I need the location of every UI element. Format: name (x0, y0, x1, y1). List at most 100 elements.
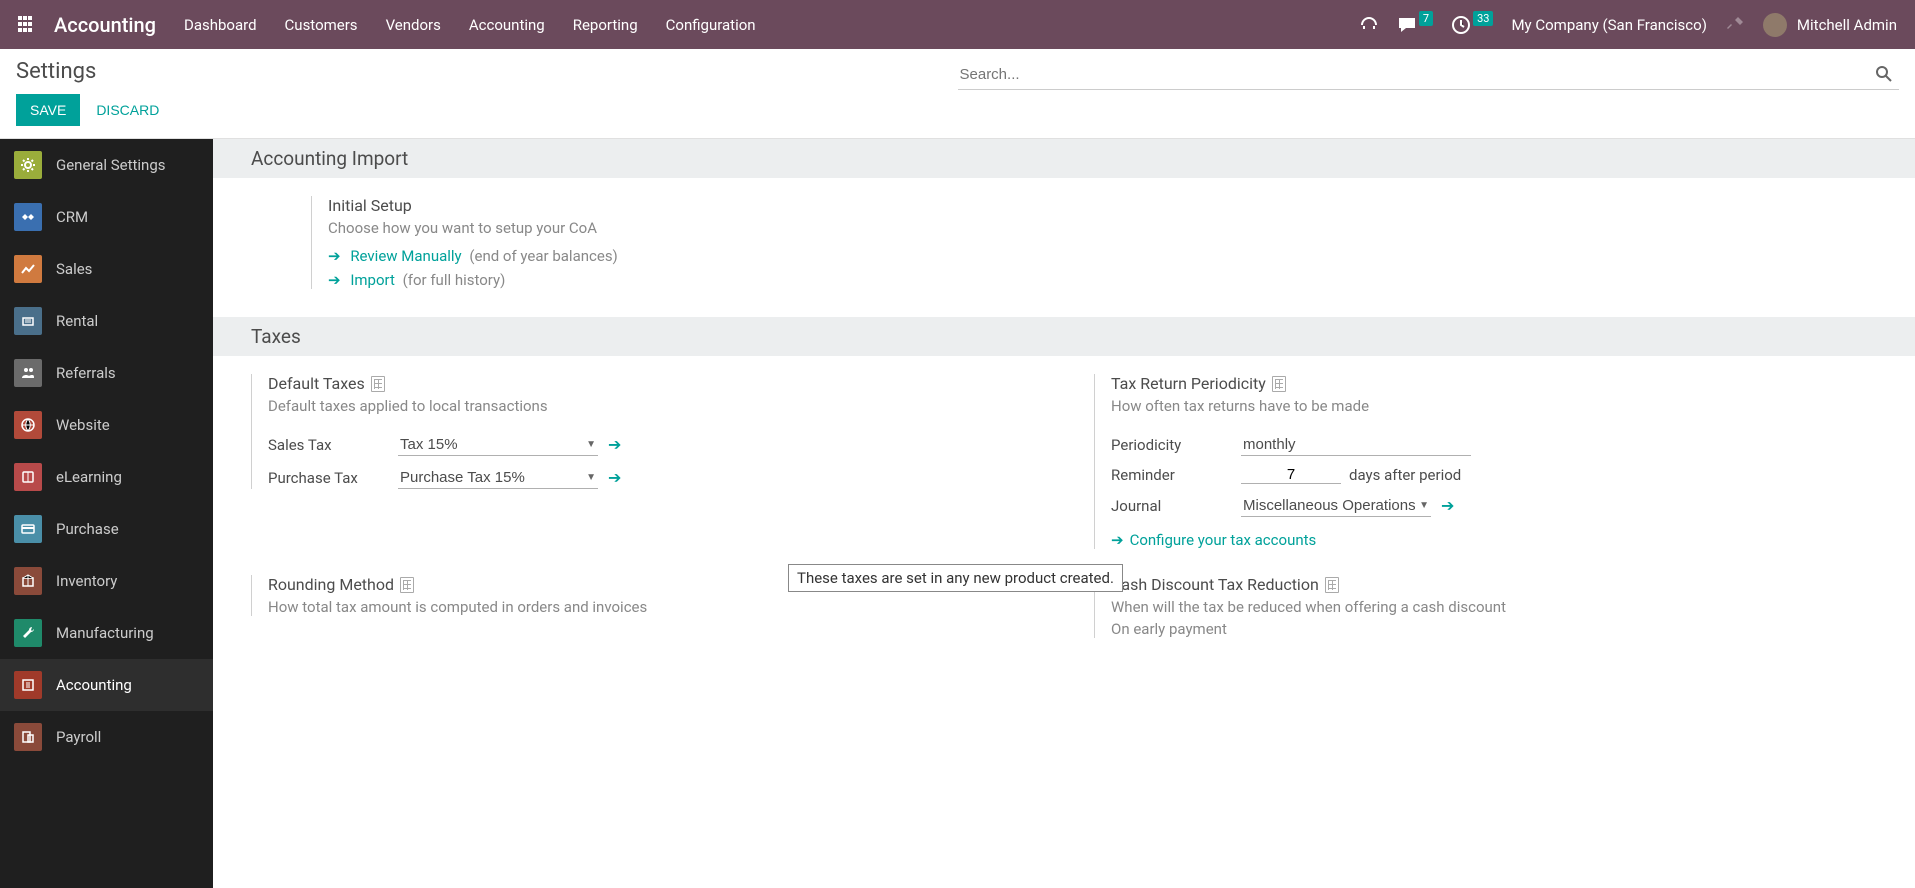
link-suffix: (for full history) (403, 271, 506, 289)
link-configure-tax-accounts[interactable]: ➔ Configure your tax accounts (1111, 531, 1316, 549)
label-reminder: Reminder (1111, 466, 1241, 484)
select-purchase-tax[interactable]: ▼ (398, 466, 598, 489)
search-wrap (958, 59, 1900, 90)
section-header-accounting-import: Accounting Import (213, 139, 1915, 178)
link-suffix: (end of year balances) (469, 247, 617, 265)
label-purchase-tax: Purchase Tax (268, 469, 398, 487)
sidebar-item-label: Purchase (56, 520, 119, 538)
search-button[interactable] (1871, 63, 1897, 85)
apps-icon[interactable] (18, 16, 36, 34)
topbar-right: 7 33 My Company (San Francisco) Mitchell… (1359, 13, 1897, 37)
sidebar-item-purchase[interactable]: Purchase (0, 503, 213, 555)
sidebar-item-crm[interactable]: CRM (0, 191, 213, 243)
input-periodicity[interactable] (1243, 436, 1455, 453)
section-body-accounting-import: Initial Setup Choose how you want to set… (213, 178, 1915, 317)
setting-title: Default Taxes (268, 374, 1034, 393)
external-link-icon[interactable]: ➔ (608, 468, 621, 487)
menu-vendors[interactable]: Vendors (386, 16, 441, 34)
sidebar-item-label: General Settings (56, 156, 166, 174)
external-link-icon[interactable]: ➔ (608, 435, 621, 454)
row-journal: Journal ▼ ➔ (1111, 494, 1877, 517)
money-icon (14, 671, 42, 699)
menu-dashboard[interactable]: Dashboard (184, 16, 257, 34)
menu-reporting[interactable]: Reporting (573, 16, 638, 34)
sidebar-item-sales[interactable]: Sales (0, 243, 213, 295)
wrench-icon (14, 619, 42, 647)
activities-badge: 33 (1473, 11, 1493, 26)
company-icon (1325, 577, 1339, 593)
input-reminder[interactable] (1241, 466, 1341, 484)
app-brand: Accounting (54, 13, 156, 37)
control-right (958, 59, 1900, 90)
top-menu: Dashboard Customers Vendors Accounting R… (184, 16, 756, 34)
setting-title: Tax Return Periodicity (1111, 374, 1877, 393)
arrow-right-icon: ➔ (1111, 531, 1124, 549)
label-journal: Journal (1111, 497, 1241, 515)
setting-links: ➔ Review Manually (end of year balances)… (328, 247, 1877, 289)
user-menu[interactable]: Mitchell Admin (1763, 13, 1897, 37)
select-sales-tax[interactable]: ▼ (398, 433, 598, 456)
search-input[interactable] (960, 66, 1872, 83)
setting-title: Initial Setup (328, 196, 1877, 215)
configure-link-row: ➔ Configure your tax accounts (1111, 531, 1877, 549)
company-icon (371, 376, 385, 392)
link-review-manually[interactable]: Review Manually (350, 247, 461, 265)
setting-title: Cash Discount Tax Reduction (1111, 575, 1877, 594)
select-journal[interactable]: ▼ (1241, 494, 1431, 517)
link-import[interactable]: Import (350, 271, 395, 289)
setting-sub: On early payment (1111, 620, 1877, 638)
chevron-down-icon[interactable]: ▼ (586, 472, 596, 483)
section-header-taxes: Taxes (213, 317, 1915, 356)
menu-customers[interactable]: Customers (285, 16, 358, 34)
external-link-icon[interactable]: ➔ (1441, 496, 1454, 515)
sidebar-item-rental[interactable]: Rental (0, 295, 213, 347)
sidebar-item-label: eLearning (56, 468, 122, 486)
arrow-right-icon: ➔ (328, 247, 341, 265)
save-button[interactable]: SAVE (16, 94, 80, 126)
sidebar-item-payroll[interactable]: Payroll (0, 711, 213, 763)
section-body-taxes: Default Taxes Default taxes applied to l… (213, 356, 1915, 666)
menu-accounting[interactable]: Accounting (469, 16, 545, 34)
setting-default-taxes: Default Taxes Default taxes applied to l… (251, 374, 1034, 489)
payroll-icon (14, 723, 42, 751)
control-buttons: SAVE DISCARD (16, 94, 958, 126)
debug-icon[interactable] (1725, 15, 1745, 35)
col-cash-discount: Cash Discount Tax Reduction When will th… (1094, 575, 1877, 638)
input-sales-tax[interactable] (400, 436, 582, 453)
setting-title-text: Cash Discount Tax Reduction (1111, 575, 1319, 594)
select-periodicity[interactable] (1241, 433, 1471, 456)
messages-icon[interactable]: 7 (1397, 16, 1433, 34)
sidebar-item-inventory[interactable]: Inventory (0, 555, 213, 607)
sidebar-item-general-settings[interactable]: General Settings (0, 139, 213, 191)
setting-desc: Choose how you want to setup your CoA (328, 219, 1877, 237)
messages-badge: 7 (1419, 11, 1433, 26)
tooltip: These taxes are set in any new product c… (788, 564, 1123, 592)
support-icon[interactable] (1359, 15, 1379, 35)
input-purchase-tax[interactable] (400, 469, 582, 486)
label-sales-tax: Sales Tax (268, 436, 398, 454)
sidebar-item-website[interactable]: Website (0, 399, 213, 451)
input-journal[interactable] (1243, 497, 1415, 514)
chevron-down-icon[interactable]: ▼ (1419, 500, 1429, 511)
sidebar-item-referrals[interactable]: Referrals (0, 347, 213, 399)
sidebar-item-label: Referrals (56, 364, 116, 382)
chevron-down-icon[interactable]: ▼ (586, 439, 596, 450)
key-icon (14, 307, 42, 335)
gear-icon (14, 151, 42, 179)
periodicity-form: Periodicity Reminder days after period (1111, 433, 1877, 549)
sidebar-item-accounting[interactable]: Accounting (0, 659, 213, 711)
sidebar-item-label: Website (56, 416, 110, 434)
arrow-right-icon: ➔ (328, 271, 341, 289)
company-icon (1272, 376, 1286, 392)
sidebar-item-manufacturing[interactable]: Manufacturing (0, 607, 213, 659)
label-periodicity: Periodicity (1111, 436, 1241, 454)
sidebar-item-label: Inventory (56, 572, 117, 590)
sidebar-item-elearning[interactable]: eLearning (0, 451, 213, 503)
menu-configuration[interactable]: Configuration (666, 16, 756, 34)
company-switcher[interactable]: My Company (San Francisco) (1511, 16, 1706, 34)
link-text: Configure your tax accounts (1130, 531, 1317, 549)
row-reminder: Reminder days after period (1111, 466, 1877, 484)
setting-periodicity: Tax Return Periodicity How often tax ret… (1094, 374, 1877, 549)
activities-icon[interactable]: 33 (1451, 15, 1493, 35)
discard-button[interactable]: DISCARD (90, 94, 165, 126)
